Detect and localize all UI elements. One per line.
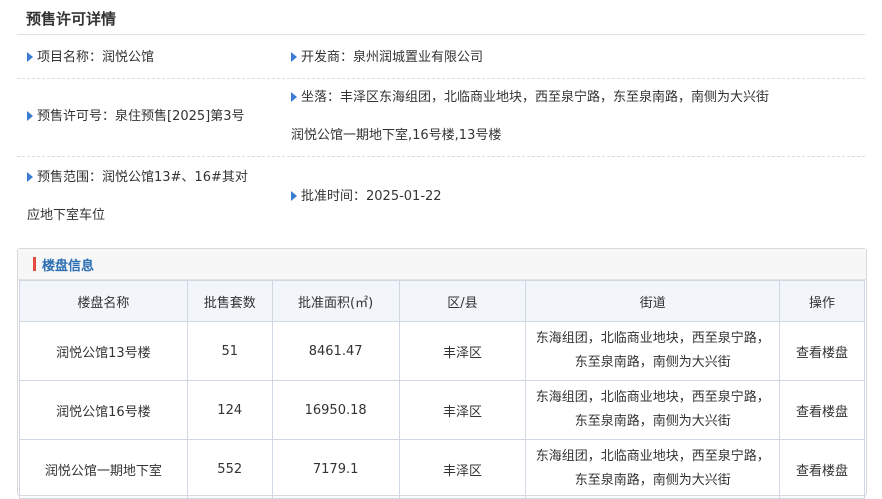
permit-number-field: 预售许可号：泉住预售[2025]第3号 [27, 107, 245, 127]
street-cell: 东海组团，北临商业地块，西至泉宁路， 东至泉南路，南侧为大兴街 [525, 380, 781, 440]
triangle-marker-icon [27, 52, 33, 62]
location-text-line2: 润悦公馆一期地下室,16号楼,13号楼 [291, 128, 502, 143]
triangle-marker-icon [291, 92, 297, 102]
district-cell: 丰泽区 [398, 380, 527, 440]
scope-text-line2: 应地下室车位 [27, 208, 106, 223]
col-header-area: 批准面积(㎡) [271, 280, 400, 322]
units-cell: 51 [186, 321, 273, 381]
triangle-marker-icon [27, 111, 33, 121]
developer-field: 开发商：泉州润城置业有限公司 [291, 48, 483, 68]
project-name-text: 项目名称：润悦公馆 [37, 50, 155, 65]
approval-time-text: 批准时间：2025-01-22 [301, 189, 442, 204]
area-cell: 7179.1 [271, 439, 400, 499]
street-cell: 东海组团，北临商业地块，西至泉宁路， 东至泉南路，南侧为大兴街 [525, 439, 781, 499]
district-cell: 丰泽区 [398, 321, 527, 381]
project-name-field: 项目名称：润悦公馆 [27, 48, 154, 68]
title-divider [17, 34, 865, 35]
page-title: 预售许可详情 [26, 10, 117, 28]
col-header-building-name: 楼盘名称 [19, 280, 188, 322]
col-header-units: 批售套数 [186, 280, 273, 322]
building-table: 楼盘名称 批售套数 批准面积(㎡) 区/县 街道 操作 润悦公馆13号楼 51 … [19, 280, 865, 499]
panel-accent-bar [33, 257, 36, 271]
triangle-marker-icon [291, 52, 297, 62]
permit-number-text: 预售许可号：泉住预售[2025]第3号 [37, 109, 245, 124]
approval-time-field: 批准时间：2025-01-22 [291, 187, 442, 207]
col-header-action: 操作 [779, 280, 865, 322]
street-cell: 东海组团，北临商业地块，西至泉宁路， 东至泉南路，南侧为大兴街 [525, 321, 781, 381]
street-line2: 东至泉南路，南侧为大兴街 [574, 473, 731, 488]
location-field: 坐落：丰泽区东海组团，北临商业地块，西至泉宁路，东至泉南路，南侧为大兴街 润悦公… [291, 88, 863, 146]
area-cell: 8461.47 [271, 321, 400, 381]
scope-text-line1: 预售范围：润悦公馆13#、16#其对 [37, 170, 248, 185]
building-info-panel: 楼盘信息 楼盘名称 批售套数 批准面积(㎡) 区/县 街道 操作 润悦公馆13号… [17, 248, 867, 499]
district-cell: 丰泽区 [398, 439, 527, 499]
street-line2: 东至泉南路，南侧为大兴街 [574, 355, 731, 370]
table-row: 润悦公馆一期地下室 552 7179.1 丰泽区 东海组团，北临商业地块，西至泉… [19, 439, 865, 499]
street-line1: 东海组团，北临商业地块，西至泉宁路， [535, 449, 770, 464]
col-header-street: 街道 [525, 280, 781, 322]
triangle-marker-icon [27, 172, 33, 182]
developer-text: 开发商：泉州润城置业有限公司 [301, 50, 484, 65]
area-cell: 16950.18 [271, 380, 400, 440]
street-line1: 东海组团，北临商业地块，西至泉宁路， [535, 390, 770, 405]
panel-header: 楼盘信息 [18, 249, 866, 280]
scope-field: 预售范围：润悦公馆13#、16#其对 应地下室车位 [27, 168, 287, 226]
building-name-cell: 润悦公馆16号楼 [19, 380, 188, 440]
view-building-link[interactable]: 查看楼盘 [779, 439, 865, 499]
building-name-cell: 润悦公馆一期地下室 [19, 439, 188, 499]
col-header-district: 区/县 [398, 280, 527, 322]
location-text-line1: 坐落：丰泽区东海组团，北临商业地块，西至泉宁路，东至泉南路，南侧为大兴街 [301, 90, 770, 105]
street-line1: 东海组团，北临商业地块，西至泉宁路， [535, 331, 770, 346]
triangle-marker-icon [291, 191, 297, 201]
table-header-row: 楼盘名称 批售套数 批准面积(㎡) 区/县 街道 操作 [19, 280, 865, 322]
units-cell: 124 [186, 380, 273, 440]
panel-title: 楼盘信息 [42, 259, 95, 274]
building-name-cell: 润悦公馆13号楼 [19, 321, 188, 381]
table-row: 润悦公馆13号楼 51 8461.47 丰泽区 东海组团，北临商业地块，西至泉宁… [19, 321, 865, 381]
table-row: 润悦公馆16号楼 124 16950.18 丰泽区 东海组团，北临商业地块，西至… [19, 380, 865, 440]
street-line2: 东至泉南路，南侧为大兴街 [574, 414, 731, 429]
view-building-link[interactable]: 查看楼盘 [779, 321, 865, 381]
units-cell: 552 [186, 439, 273, 499]
view-building-link[interactable]: 查看楼盘 [779, 380, 865, 440]
